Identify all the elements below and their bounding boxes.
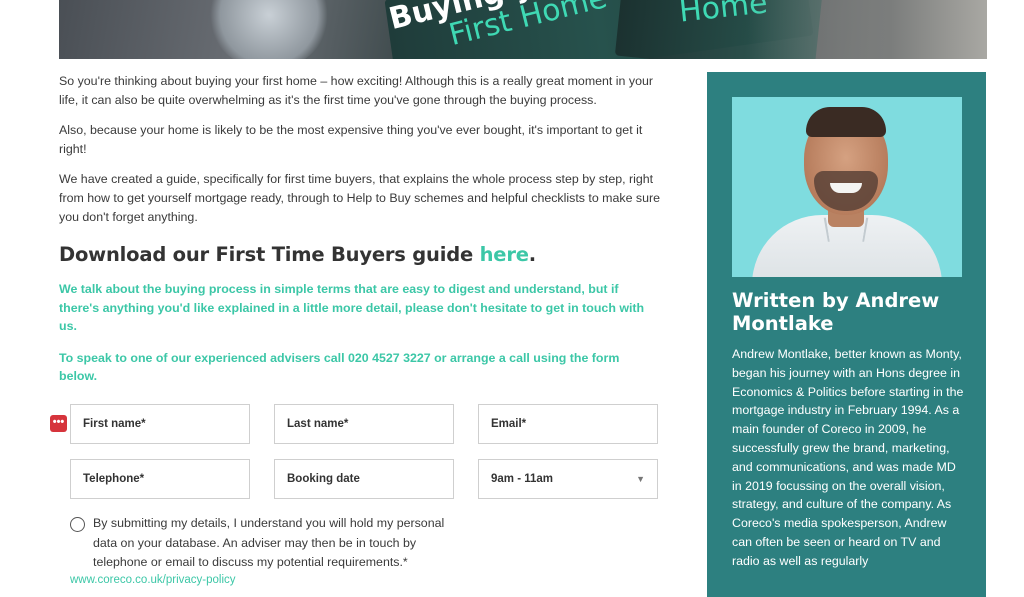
- booking-date-field[interactable]: Booking date: [274, 459, 454, 499]
- time-slot-value: 9am - 11am: [491, 473, 554, 485]
- download-heading: Download our First Time Buyers guide her…: [59, 243, 679, 266]
- download-heading-text: Download our First Time Buyers guide: [59, 243, 480, 266]
- telephone-placeholder: Telephone*: [83, 473, 145, 485]
- download-heading-period: .: [528, 243, 536, 266]
- author-photo-collar: [823, 217, 869, 242]
- intro-paragraph-1: So you're thinking about buying your fir…: [59, 74, 653, 107]
- consent-row: By submitting my details, I understand y…: [70, 514, 470, 573]
- time-slot-select[interactable]: 9am - 11am ▼: [478, 459, 658, 499]
- booking-date-placeholder: Booking date: [287, 473, 360, 485]
- first-name-field[interactable]: First name*: [70, 404, 250, 444]
- autofill-icon[interactable]: •••: [50, 415, 67, 432]
- consent-radio[interactable]: [70, 517, 85, 532]
- author-photo: [732, 97, 962, 277]
- author-title: Written by Andrew Montlake: [732, 289, 940, 335]
- last-name-placeholder: Last name*: [287, 418, 349, 430]
- author-photo-smile: [830, 183, 862, 193]
- dropdown-arrow-icon: ▼: [636, 474, 645, 484]
- intro-paragraph-3: We have created a guide, specifically fo…: [59, 172, 661, 224]
- callout-buying-process: We talk about the buying process in simp…: [59, 282, 645, 333]
- main-content: So you're thinking about buying your fir…: [59, 72, 679, 399]
- download-guide-link[interactable]: here: [480, 243, 529, 266]
- email-placeholder: Email*: [491, 418, 527, 430]
- first-name-placeholder: First name*: [83, 418, 146, 430]
- author-bio: Andrew Montlake, better known as Monty, …: [732, 347, 964, 568]
- consent-text: By submitting my details, I understand y…: [93, 516, 445, 569]
- email-field[interactable]: Email*: [478, 404, 658, 444]
- author-photo-hair: [806, 107, 886, 137]
- hero-banner: Buying y First Home Home: [59, 0, 987, 59]
- callout-contact-advisers: To speak to one of our experienced advis…: [59, 350, 620, 384]
- author-sidebar: Written by Andrew Montlake Andrew Montla…: [707, 72, 986, 597]
- telephone-field[interactable]: Telephone*: [70, 459, 250, 499]
- privacy-policy-link[interactable]: www.coreco.co.uk/privacy-policy: [70, 574, 236, 586]
- hero-background-edge: [747, 0, 987, 59]
- hero-photo-person: [209, 0, 329, 59]
- intro-paragraph-2: Also, because your home is likely to be …: [59, 123, 643, 156]
- last-name-field[interactable]: Last name*: [274, 404, 454, 444]
